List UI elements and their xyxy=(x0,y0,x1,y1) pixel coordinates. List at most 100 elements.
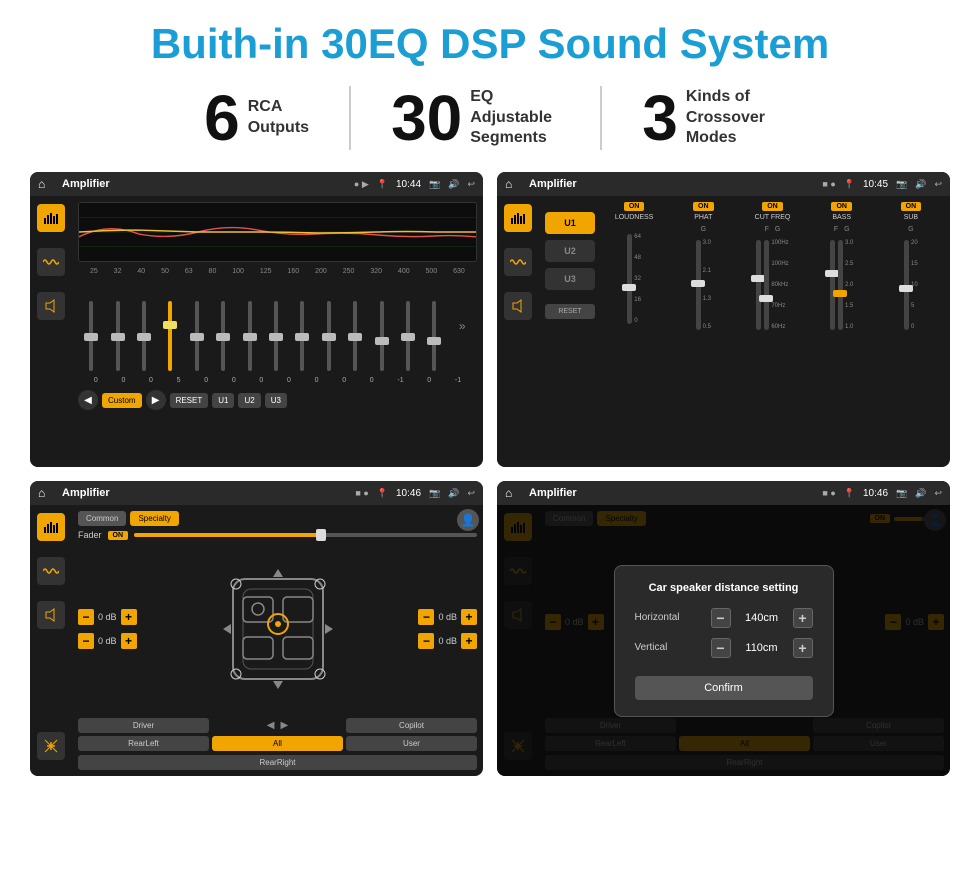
eq-slider-7[interactable] xyxy=(274,301,278,371)
specialty-tab-3[interactable]: Specialty xyxy=(130,511,178,526)
horizontal-plus-btn[interactable]: + xyxy=(793,608,813,628)
eq-slider-3[interactable] xyxy=(168,301,172,371)
eq-slider-8[interactable] xyxy=(300,301,304,371)
all-btn-3[interactable]: All xyxy=(212,736,343,751)
reset-button[interactable]: RESET xyxy=(170,393,209,408)
expand-icon: » xyxy=(459,319,466,333)
eq-val-3: 5 xyxy=(177,377,181,384)
eq-slider-9[interactable] xyxy=(327,301,331,371)
driver-btn-3[interactable]: Driver xyxy=(78,718,209,733)
horizontal-minus-btn[interactable]: − xyxy=(711,608,731,628)
eq-slider-5[interactable] xyxy=(221,301,225,371)
sub-col: ON SUB G 20 15 xyxy=(878,202,944,334)
status-title-3: Amplifier xyxy=(62,487,347,499)
db-plus-fr[interactable]: + xyxy=(461,609,477,625)
u1-crossover-btn[interactable]: U1 xyxy=(545,212,595,234)
dots-icon-4: ■ ● xyxy=(822,488,835,498)
u2-crossover-btn[interactable]: U2 xyxy=(545,240,595,262)
camera-icon-4: 📷 xyxy=(896,488,907,499)
fader-row-3: Fader ON xyxy=(78,530,477,540)
home-icon-1: ⌂ xyxy=(38,176,54,192)
db-minus-rr[interactable]: − xyxy=(418,633,434,649)
arrows-icon-3[interactable] xyxy=(37,732,65,760)
wave-icon-2[interactable] xyxy=(504,248,532,276)
eq-icon-2[interactable] xyxy=(504,204,532,232)
u1-button[interactable]: U1 xyxy=(212,393,234,408)
left-sidebar-2 xyxy=(497,196,539,467)
status-time-1: 10:44 xyxy=(396,179,421,190)
common-tab-3[interactable]: Common xyxy=(78,511,126,526)
wave-icon-3[interactable] xyxy=(37,557,65,585)
db-minus-rl[interactable]: − xyxy=(78,633,94,649)
eq-label-14: 630 xyxy=(453,268,465,275)
bass-col: ON BASS FG xyxy=(809,202,875,334)
eq-slider-2[interactable] xyxy=(142,301,146,371)
dialog-overlay: Car speaker distance setting Horizontal … xyxy=(497,505,950,776)
fader-on-badge: ON xyxy=(108,531,129,540)
db-control-fl: − 0 dB + xyxy=(78,609,137,625)
volume-icon-2: 🔊 xyxy=(915,179,926,190)
stat-eq-number: 30 xyxy=(391,86,462,150)
eq-label-7: 125 xyxy=(260,268,272,275)
location-icon-4: 📍 xyxy=(844,488,855,499)
eq-slider-6[interactable] xyxy=(248,301,252,371)
eq-slider-11[interactable] xyxy=(380,301,384,371)
back-icon-3: ↩ xyxy=(467,488,475,499)
eq-label-11: 320 xyxy=(370,268,382,275)
statusbar-2: ⌂ Amplifier ■ ● 📍 10:45 📷 🔊 ↩ xyxy=(497,172,950,196)
db-minus-fr[interactable]: − xyxy=(418,609,434,625)
eq-slider-10[interactable] xyxy=(353,301,357,371)
db-plus-rr[interactable]: + xyxy=(461,633,477,649)
user-btn-3[interactable]: User xyxy=(346,736,477,751)
horizontal-value: 140cm xyxy=(737,612,787,624)
horizontal-row: Horizontal − 140cm + xyxy=(635,608,813,628)
eq-val-9: 0 xyxy=(342,377,346,384)
custom-button[interactable]: Custom xyxy=(102,393,142,408)
db-plus-fl[interactable]: + xyxy=(121,609,137,625)
loudness-col: ON LOUDNESS 64 48 32 xyxy=(601,202,667,334)
eq-icon[interactable] xyxy=(37,204,65,232)
db-minus-fl[interactable]: − xyxy=(78,609,94,625)
speaker-icon-2[interactable] xyxy=(504,292,532,320)
rearright-btn-3[interactable]: RearRight xyxy=(78,755,477,770)
rearleft-btn-3[interactable]: RearLeft xyxy=(78,736,209,751)
confirm-button[interactable]: Confirm xyxy=(635,676,813,700)
wave-icon[interactable] xyxy=(37,248,65,276)
eq-slider-1[interactable] xyxy=(116,301,120,371)
volume-icon-3: 🔊 xyxy=(448,488,459,499)
fader-track[interactable] xyxy=(134,533,477,537)
eq-slider-4[interactable] xyxy=(195,301,199,371)
home-icon-4: ⌂ xyxy=(505,485,521,501)
eq-slider-13[interactable] xyxy=(432,301,436,371)
eq-main: 25 32 40 50 63 80 100 125 160 200 250 32… xyxy=(72,196,483,467)
left-sidebar-1 xyxy=(30,196,72,467)
db-plus-rl[interactable]: + xyxy=(121,633,137,649)
left-arrow-3[interactable]: ◀ xyxy=(267,720,275,731)
copilot-btn-3[interactable]: Copilot xyxy=(346,718,477,733)
eq-slider-0[interactable] xyxy=(89,301,93,371)
camera-icon-2: 📷 xyxy=(896,179,907,190)
vertical-plus-btn[interactable]: + xyxy=(793,638,813,658)
speaker-icon-3[interactable] xyxy=(37,601,65,629)
vertical-minus-btn[interactable]: − xyxy=(711,638,731,658)
speaker-icon[interactable] xyxy=(37,292,65,320)
play-button[interactable]: ▶ xyxy=(146,390,166,410)
status-title-4: Amplifier xyxy=(529,487,814,499)
u3-button[interactable]: U3 xyxy=(265,393,287,408)
stat-crossover: 3 Kinds ofCrossover Modes xyxy=(602,86,816,150)
u3-crossover-btn[interactable]: U3 xyxy=(545,268,595,290)
dialog-title: Car speaker distance setting xyxy=(635,582,813,594)
eq-slider-12[interactable] xyxy=(406,301,410,371)
u2-button[interactable]: U2 xyxy=(238,393,260,408)
right-arrow-3[interactable]: ▶ xyxy=(281,720,289,731)
eq-val-10: 0 xyxy=(370,377,374,384)
reset-crossover-btn[interactable]: RESET xyxy=(545,304,595,319)
screen-distance: ⌂ Amplifier ■ ● 📍 10:46 📷 🔊 ↩ xyxy=(497,481,950,776)
prev-button[interactable]: ◀ xyxy=(78,390,98,410)
screen3-content: 👤 Common Specialty Fader ON xyxy=(30,505,483,776)
screen-eq: ⌂ Amplifier ● ▶ 📍 10:44 📷 🔊 ↩ xyxy=(30,172,483,467)
back-icon-4: ↩ xyxy=(934,488,942,499)
eq-icon-3[interactable] xyxy=(37,513,65,541)
horizontal-label: Horizontal xyxy=(635,612,703,623)
page-title: Buith-in 30EQ DSP Sound System xyxy=(30,20,950,68)
